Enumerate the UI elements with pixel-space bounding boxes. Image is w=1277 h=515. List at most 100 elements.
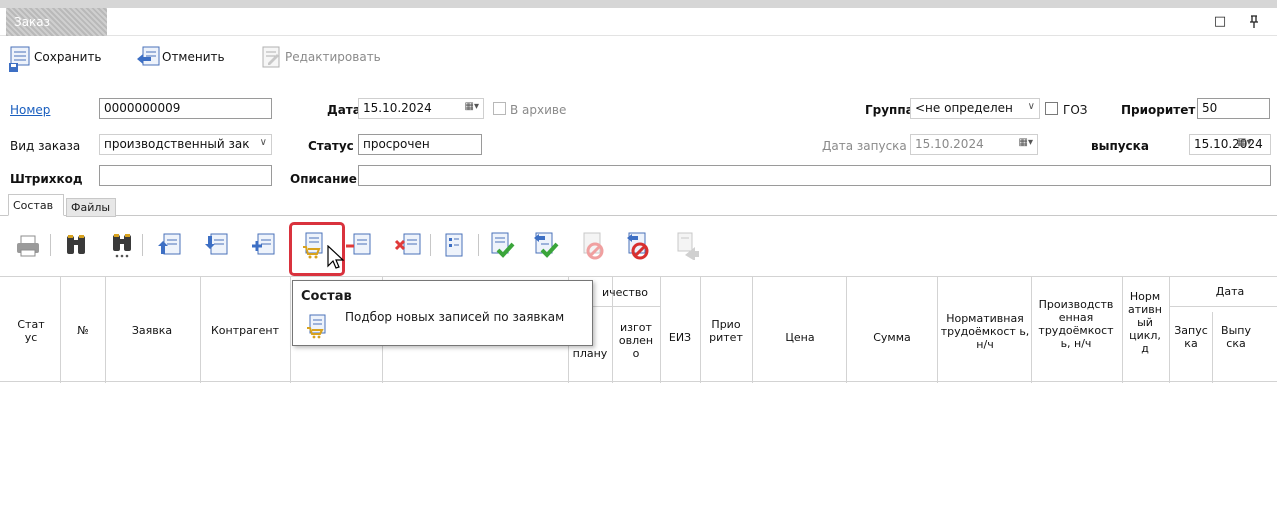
goz-label: ГОЗ [1063,103,1088,117]
column-header-quantity[interactable]: ичество [590,286,660,299]
tooltip-text: Подбор новых записей по заявкам [345,310,565,324]
calendar-icon: ▦▾ [1018,137,1033,148]
cancel-icon [136,45,160,69]
binoculars-icon[interactable] [62,230,90,260]
group-value: <не определен [915,101,1013,115]
description-field[interactable] [358,165,1271,186]
column-separator [937,277,938,383]
grid-toolbar [0,222,1277,268]
goz-checkbox[interactable] [1045,102,1058,115]
description-label: Описание [290,172,357,186]
column-separator [1212,312,1213,383]
order-type-label: Вид заказа [10,139,81,153]
date-field[interactable]: 15.10.2024 ▦▾ [358,98,484,119]
barcode-field[interactable] [99,165,272,186]
release-date-field[interactable]: 15.10.2024 [1189,134,1271,155]
tab-composition[interactable]: Состав [8,194,64,216]
column-header-status[interactable]: Стат ус [16,318,46,344]
forbid-icon[interactable] [580,230,608,260]
column-header-request[interactable]: Заявка [120,324,184,337]
toolbar-separator [50,234,51,256]
barcode-label: Штрихкод [10,172,83,186]
date-group-divider [1169,306,1277,307]
column-separator [60,277,61,383]
column-header-release[interactable]: Выпу ска [1214,324,1258,350]
column-separator [700,277,701,383]
restore-icon[interactable]: □ [1213,15,1227,29]
column-separator [1122,277,1123,383]
pin-icon[interactable] [1247,15,1261,29]
column-header-made[interactable]: изгот овлен о [614,321,658,360]
list-details-icon[interactable] [440,230,468,260]
column-header-unit[interactable]: ЕИЗ [662,331,698,344]
release-label: выпуска [1091,139,1149,153]
edit-icon [259,45,283,69]
add-record-icon[interactable] [250,230,278,260]
cart-select-icon [305,313,329,339]
column-header-plan[interactable]: плану [568,347,612,360]
tab-strip [0,194,1277,216]
launch-date-label: Дата запуска [822,139,907,153]
number-field[interactable]: 0000000009 [99,98,272,119]
binoculars-next-icon[interactable] [108,230,136,260]
tooltip-title: Состав [301,289,352,304]
title-bar [0,8,1277,36]
column-header-priority[interactable]: Прио ритет [708,318,744,344]
date-label: Дата [327,103,361,117]
column-header-launch[interactable]: Запус ка [1170,324,1212,350]
save-button[interactable]: Сохранить [8,40,102,74]
approve-all-icon[interactable] [532,230,560,260]
column-header-prod-labor[interactable]: Производств енная трудоёмкост ь, н/ч [1032,298,1120,350]
column-separator [846,277,847,383]
mouse-cursor-icon [327,245,344,269]
status-label: Статус [308,139,354,153]
main-toolbar: Сохранить Отменить Редактировать [0,40,1277,74]
move-up-icon[interactable] [156,230,184,260]
number-label[interactable]: Номер [10,103,50,117]
calendar-icon[interactable]: ▦▾ [465,101,479,112]
column-separator [200,277,201,383]
order-type-value: производственный зак [104,137,250,151]
forbid-all-icon[interactable] [625,230,653,260]
export-icon[interactable] [673,230,701,261]
status-field[interactable]: просрочен [358,134,482,155]
toolbar-separator [430,234,431,256]
archive-checkbox[interactable] [493,102,506,115]
launch-date-field[interactable]: 15.10.2024 ▦▾ [910,134,1038,155]
priority-label: Приоритет [1121,103,1196,117]
column-header-sum[interactable]: Сумма [850,331,934,344]
column-separator [290,277,291,383]
edit-label: Редактировать [285,50,381,64]
column-header-number[interactable]: № [72,324,94,337]
window-title-tab[interactable]: Заказ [6,8,107,36]
cancel-button[interactable]: Отменить [136,40,225,74]
column-separator [752,277,753,383]
date-value: 15.10.2024 [363,101,432,115]
top-strip [0,0,1277,8]
approve-icon[interactable] [488,230,516,260]
group-label: Группа [865,103,914,117]
column-header-norm-cycle[interactable]: Норм ативн ый цикл, д [1124,290,1166,355]
column-header-price[interactable]: Цена [760,331,840,344]
column-separator [105,277,106,383]
release-date-value: 15.10.2024 [1194,137,1263,151]
calendar-icon[interactable]: ▦▾ [1237,137,1251,148]
toolbar-separator [478,234,479,256]
print-icon[interactable] [14,230,42,260]
delete-icon[interactable] [394,230,422,260]
archive-label: В архиве [510,103,567,117]
column-header-norm-labor[interactable]: Нормативная трудоёмкост ь, н/ч [940,312,1030,351]
column-header-date[interactable]: Дата [1200,285,1260,298]
edit-button[interactable]: Редактировать [259,40,381,74]
launch-date-value: 15.10.2024 [915,137,984,151]
tooltip: Состав Подбор новых записей по заявкам [292,280,593,346]
tab-files[interactable]: Файлы [66,198,116,217]
move-down-icon[interactable] [203,230,231,260]
priority-field[interactable]: 50 [1197,98,1270,119]
order-type-select[interactable]: производственный зак ∨ [99,134,272,155]
save-label: Сохранить [34,50,102,64]
remove-record-icon[interactable] [345,230,373,260]
group-select[interactable]: <не определен ∨ [910,98,1040,119]
column-separator [660,277,661,383]
column-header-contractor[interactable]: Контрагент [202,324,288,337]
